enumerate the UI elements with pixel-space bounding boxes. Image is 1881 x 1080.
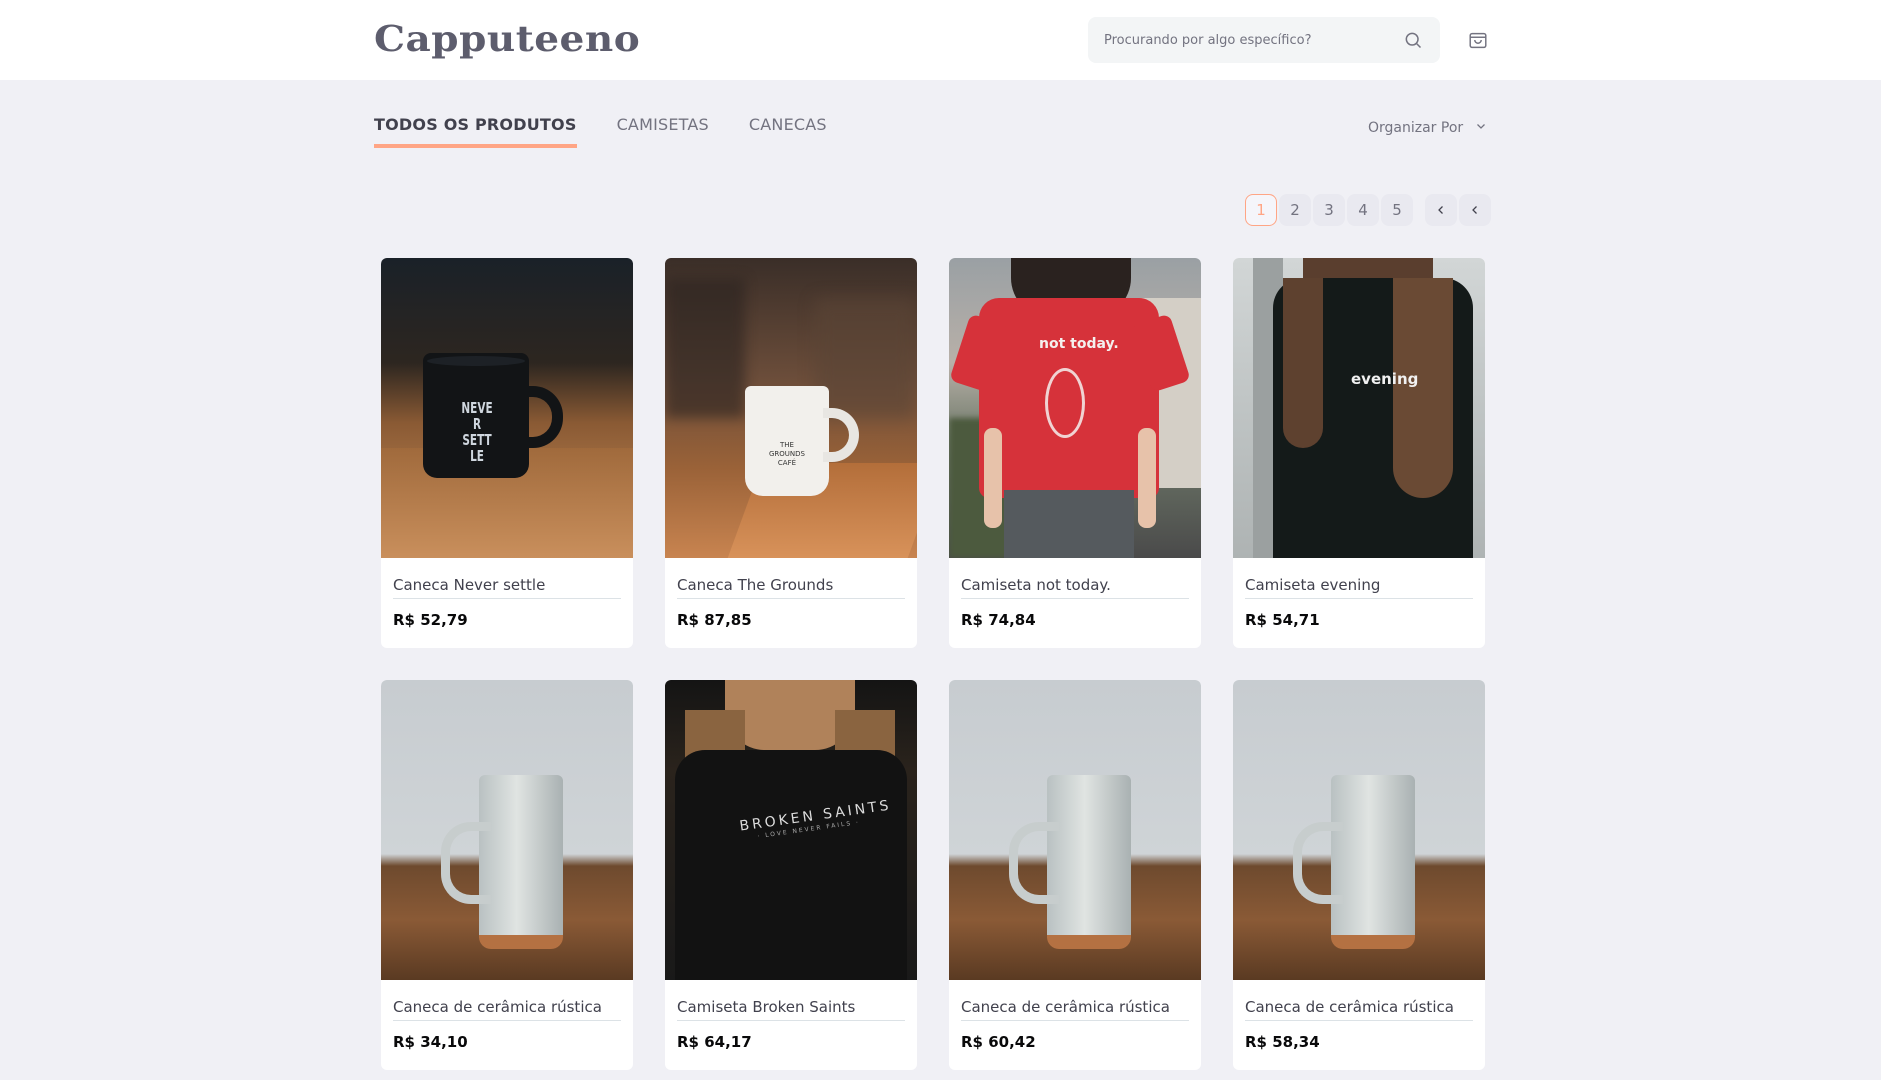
product-card[interactable]: not today. Camiseta not today. R$ 74,84	[949, 258, 1201, 648]
product-image[interactable]	[1233, 680, 1485, 980]
tshirt-print-text: evening	[1351, 370, 1419, 388]
product-image[interactable]: evening	[1233, 258, 1485, 558]
product-image[interactable]: NEVER SETTLE	[381, 258, 633, 558]
chevron-left-icon	[1438, 206, 1443, 214]
search-input[interactable]	[1104, 32, 1402, 48]
product-price: R$ 60,42	[961, 1033, 1036, 1051]
product-card[interactable]: Caneca de cerâmica rústica R$ 34,10	[381, 680, 633, 1070]
product-price: R$ 58,34	[1245, 1033, 1320, 1051]
product-card[interactable]: Caneca de cerâmica rústica R$ 60,42	[949, 680, 1201, 1070]
chevron-left-icon	[1472, 206, 1477, 214]
header: Capputeeno	[0, 0, 1881, 80]
category-tabs: TODOS OS PRODUTOS CAMISETAS CANECAS	[374, 115, 827, 148]
divider	[677, 598, 905, 599]
product-card[interactable]: BROKEN SAINTS · LOVE NEVER FAILS · Camis…	[665, 680, 917, 1070]
pagination: 1 2 3 4 5	[1245, 194, 1491, 226]
mug-print-text: NEVER SETTLE	[461, 399, 493, 465]
tab-mugs[interactable]: CANECAS	[749, 115, 827, 148]
product-image[interactable]: BROKEN SAINTS · LOVE NEVER FAILS ·	[665, 680, 917, 980]
product-card[interactable]: evening Camiseta evening R$ 54,71	[1233, 258, 1485, 648]
tab-all-products[interactable]: TODOS OS PRODUTOS	[374, 115, 577, 148]
page-3-button[interactable]: 3	[1313, 194, 1345, 226]
brand-logo[interactable]: Capputeeno	[374, 18, 640, 60]
search-bar[interactable]	[1088, 17, 1440, 63]
product-price: R$ 87,85	[677, 611, 752, 629]
page-5-button[interactable]: 5	[1381, 194, 1413, 226]
sort-dropdown[interactable]: Organizar Por	[1368, 120, 1487, 136]
divider	[961, 598, 1189, 599]
next-page-button[interactable]	[1459, 194, 1491, 226]
divider	[677, 1020, 905, 1021]
mug-print-text: THE GROUNDS CAFÉ	[769, 441, 805, 467]
page-2-button[interactable]: 2	[1279, 194, 1311, 226]
product-image[interactable]	[949, 680, 1201, 980]
product-card[interactable]: THE GROUNDS CAFÉ Caneca The Grounds R$ 8…	[665, 258, 917, 648]
product-name: Camiseta Broken Saints	[677, 998, 856, 1016]
product-name: Caneca de cerâmica rústica	[961, 998, 1170, 1016]
search-icon[interactable]	[1402, 29, 1424, 51]
product-image[interactable]	[381, 680, 633, 980]
product-name: Caneca The Grounds	[677, 576, 834, 594]
product-grid: NEVER SETTLE Caneca Never settle R$ 52,7…	[381, 258, 1485, 1070]
divider	[1245, 598, 1473, 599]
divider	[961, 1020, 1189, 1021]
product-image[interactable]: THE GROUNDS CAFÉ	[665, 258, 917, 558]
product-name: Camiseta not today.	[961, 576, 1111, 594]
page-4-button[interactable]: 4	[1347, 194, 1379, 226]
product-price: R$ 34,10	[393, 1033, 468, 1051]
chevron-down-icon	[1475, 120, 1487, 136]
divider	[1245, 1020, 1473, 1021]
product-price: R$ 54,71	[1245, 611, 1320, 629]
tshirt-print-text: not today.	[1039, 336, 1119, 352]
sort-label: Organizar Por	[1368, 120, 1464, 136]
product-card[interactable]: Caneca de cerâmica rústica R$ 58,34	[1233, 680, 1485, 1070]
prev-page-button[interactable]	[1425, 194, 1457, 226]
product-price: R$ 52,79	[393, 611, 468, 629]
divider	[393, 598, 621, 599]
page-1-button[interactable]: 1	[1245, 194, 1277, 226]
product-name: Caneca de cerâmica rústica	[1245, 998, 1454, 1016]
product-name: Caneca Never settle	[393, 576, 546, 594]
product-price: R$ 74,84	[961, 611, 1036, 629]
shopping-bag-icon[interactable]	[1466, 28, 1490, 52]
product-card[interactable]: NEVER SETTLE Caneca Never settle R$ 52,7…	[381, 258, 633, 648]
product-price: R$ 64,17	[677, 1033, 752, 1051]
product-image[interactable]: not today.	[949, 258, 1201, 558]
divider	[393, 1020, 621, 1021]
tab-tshirts[interactable]: CAMISETAS	[617, 115, 709, 148]
product-name: Camiseta evening	[1245, 576, 1381, 594]
product-name: Caneca de cerâmica rústica	[393, 998, 602, 1016]
